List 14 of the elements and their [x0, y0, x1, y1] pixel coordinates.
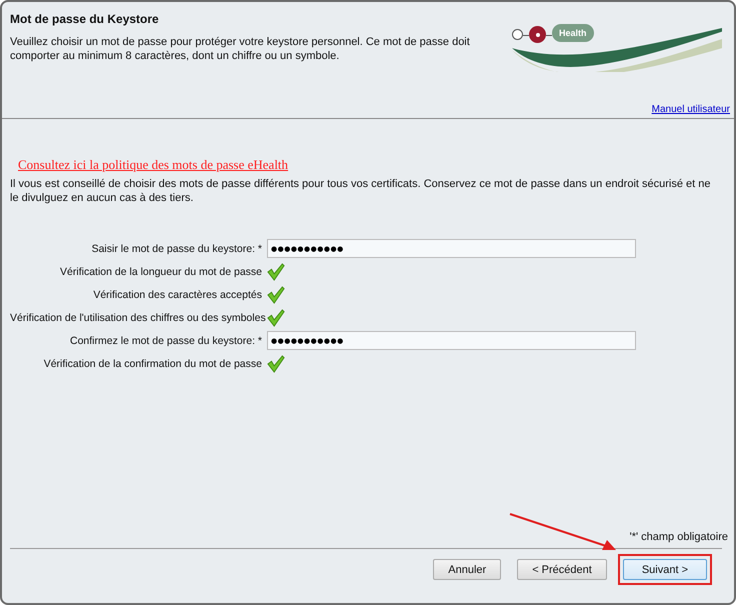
- field-label: Vérification de la longueur du mot de passe: [59, 266, 262, 278]
- field-label: Vérification de la confirmation du mot de passe: [42, 358, 262, 370]
- required-field-note: '*' champ obligatoire: [628, 531, 728, 543]
- field-label: Saisir le mot de passe du keystore: *: [90, 242, 262, 254]
- advice-text: Il vous est conseillé de choisir des mots de passe différents pour tous vos certificats. Conservez ce mot de passe dans un endroit sécurisé et ne le divulguez en aucun cas à des tiers.: [10, 177, 712, 205]
- user-manual-link[interactable]: Manuel utilisateur: [652, 104, 730, 115]
- description-text: Veuillez choisir un mot de passe pour protéger votre keystore personnel. Ce mot de passe doit comporter au minimum 8 caractères, dont un chiffre ou un symbole.: [10, 35, 471, 63]
- field-label: Confirmez le mot de passe du keystore: *: [68, 334, 262, 346]
- page-title: Mot de passe du Keystore: [10, 12, 160, 26]
- wizard-button[interactable]: Annuler: [433, 559, 502, 580]
- wizard-button[interactable]: Suivant >: [622, 559, 707, 580]
- ehealth-logo: Health: [512, 22, 722, 72]
- wizard-button[interactable]: < Précédent: [517, 559, 607, 580]
- field-label: Vérification des caractères acceptés: [92, 288, 262, 300]
